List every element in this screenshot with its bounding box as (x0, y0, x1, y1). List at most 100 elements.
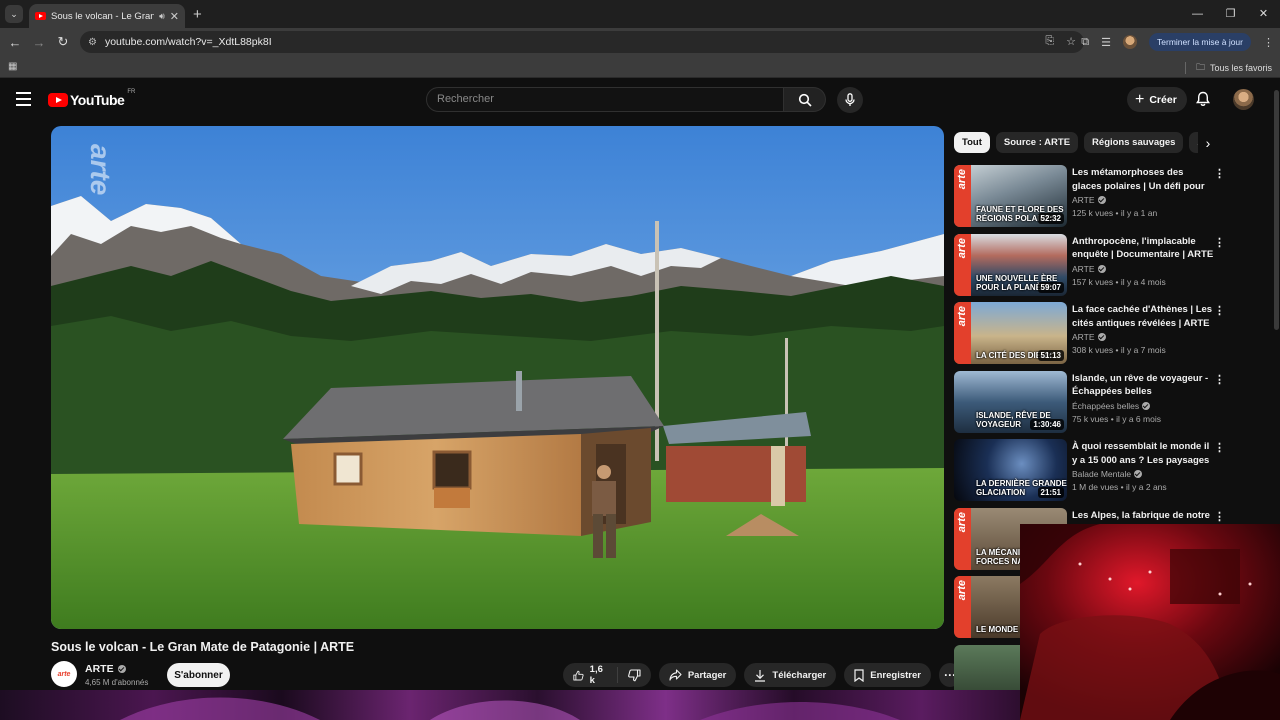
recommendation-channel[interactable]: ARTE (1072, 332, 1106, 342)
webcam-overlay (1020, 524, 1280, 720)
recommendation-item[interactable]: arte FAUNE ET FLORE DES RÉGIONS POLAIRES 5… (954, 165, 1226, 229)
extensions-icon[interactable]: ⧉ (1081, 36, 1089, 49)
video-duration: 1:30:46 (1030, 418, 1064, 430)
search-icon (798, 93, 812, 107)
page-scrollbar[interactable] (1274, 90, 1279, 330)
share-icon (669, 669, 682, 681)
arte-logo: arte (954, 507, 971, 570)
arte-logo-text: arte (956, 169, 968, 190)
back-icon[interactable]: ← (3, 35, 27, 50)
recommendation-title[interactable]: Les métamorphoses des glaces polaires | … (1072, 166, 1214, 193)
save-button[interactable]: Enregistrer (844, 663, 931, 687)
update-button[interactable]: Terminer la mise à jour (1149, 33, 1251, 51)
bell-icon[interactable] (1195, 91, 1211, 112)
verified-icon (1097, 333, 1106, 341)
subscribe-button[interactable]: S'abonner (167, 663, 230, 687)
chevron-right-icon[interactable]: › (1198, 132, 1218, 153)
recommendation-item[interactable]: ISLANDE, RÊVE DE VOYAGEUR 1:30:46 Islande,… (954, 370, 1226, 435)
logo-text: YouTube (70, 92, 125, 108)
recommendation-item[interactable]: arte UNE NOUVELLE ÈRE POUR LA PLANÈTE 59:0… (954, 233, 1226, 298)
tab-search-icon[interactable]: ⌄ (5, 5, 23, 23)
youtube-play-icon (48, 93, 68, 107)
recommendation-meta: 308 k vues • il y a 7 mois (1072, 345, 1166, 355)
profile-avatar[interactable] (1123, 35, 1138, 49)
reading-list-icon[interactable]: ☰ (1101, 36, 1111, 49)
create-label: Créer (1149, 93, 1177, 106)
verified-icon (1134, 470, 1143, 478)
kebab-icon[interactable]: ⋮ (1214, 510, 1225, 523)
recommendation-channel[interactable]: Échappées belles (1072, 401, 1151, 411)
video-thumbnail[interactable]: arte UNE NOUVELLE ÈRE POUR LA PLANÈTE 59:0… (954, 233, 1067, 296)
arte-logo-text: arte (956, 511, 968, 532)
close-window-button[interactable]: ✕ (1247, 0, 1280, 28)
recommendation-item[interactable]: LA DERNIÈRE GRANDE GLACIATION 21:51 À quoi… (954, 439, 1226, 503)
chip-all[interactable]: Tout (954, 132, 990, 153)
video-thumbnail[interactable]: arte FAUNE ET FLORE DES RÉGIONS POLAIRES 5… (954, 165, 1067, 227)
channel-avatar[interactable]: arte (51, 661, 77, 687)
video-thumbnail[interactable]: ISLANDE, RÊVE DE VOYAGEUR 1:30:46 (954, 370, 1067, 433)
recommendation-title[interactable]: La face cachée d'Athènes | Les cités ant… (1072, 303, 1214, 330)
minimize-button[interactable]: — (1181, 0, 1214, 28)
search-input[interactable]: Rechercher (426, 87, 784, 112)
recommendation-title[interactable]: Islande, un rêve de voyageur - Échappées… (1072, 372, 1214, 399)
dislike-button[interactable] (618, 663, 651, 687)
install-icon[interactable]: ⎘ (1045, 35, 1054, 48)
recommendation-title[interactable]: À quoi ressemblait le monde il y a 15 00… (1072, 440, 1214, 467)
recommendation-channel[interactable]: ARTE (1072, 264, 1106, 274)
verified-icon (1097, 264, 1106, 273)
arte-logo: arte (954, 165, 971, 227)
search-button[interactable] (784, 87, 826, 112)
speaker-icon[interactable]: 🔊︎ (159, 11, 165, 22)
plus-icon: + (1135, 90, 1145, 108)
arte-logo-text: arte (956, 306, 968, 327)
all-bookmarks-button[interactable]: 🗀 Tous les favoris (1184, 60, 1272, 76)
video-thumbnail[interactable]: arte LA CITÉ DES DIEUX 51:13 (954, 302, 1067, 364)
channel-row: arte ARTE 4,65 M d'abonnés S'abonner 1,6… (51, 661, 962, 689)
recommendation-channel[interactable]: ARTE (1072, 195, 1106, 205)
recommendation-item[interactable]: arte LA CITÉ DES DIEUX 51:13 La face cachée… (954, 302, 1226, 366)
kebab-icon[interactable]: ⋮ (1214, 304, 1225, 317)
related-chips: Tout Source : ARTE Régions sauvages A (954, 132, 1224, 154)
new-tab-button[interactable]: + (193, 6, 202, 23)
recommendation-channel[interactable]: Balade Mentale (1072, 469, 1143, 479)
site-info-icon[interactable]: ⚙︎ (88, 37, 97, 48)
star-icon[interactable]: ☆ (1066, 35, 1076, 48)
close-tab-icon[interactable]: ✕ (170, 10, 179, 23)
kebab-icon[interactable]: ⋮ (1214, 167, 1225, 180)
kebab-icon[interactable]: ⋮ (1214, 441, 1225, 454)
like-button[interactable]: 1,6 k (563, 663, 617, 687)
youtube-logo[interactable]: YouTube FR (48, 89, 135, 108)
kebab-icon[interactable]: ⋮ (1214, 373, 1225, 386)
forward-icon[interactable]: → (27, 35, 51, 50)
apps-grid-icon[interactable]: ▦ (8, 61, 17, 72)
download-label: Télécharger (772, 669, 827, 681)
channel-name[interactable]: ARTE (85, 663, 126, 675)
browser-tab-active[interactable]: Sous le volcan - Le Gran Mate 🔊︎ ✕ (29, 4, 185, 28)
maximize-button[interactable]: ❐ (1214, 0, 1247, 28)
reload-icon[interactable]: ↻ (51, 34, 75, 50)
chip-wild-regions[interactable]: Régions sauvages (1084, 132, 1184, 153)
kebab-icon[interactable]: ⋮ (1263, 36, 1274, 49)
video-thumbnail[interactable]: LA DERNIÈRE GRANDE GLACIATION 21:51 (954, 439, 1067, 501)
avatar[interactable] (1233, 89, 1254, 110)
create-button[interactable]: + Créer (1127, 87, 1187, 112)
chip-source-arte[interactable]: Source : ARTE (995, 132, 1079, 153)
browser-toolbar: ← → ↻ ⚙︎ youtube.com/watch?v=_XdtL88pk8I… (0, 28, 1280, 56)
share-button[interactable]: Partager (658, 663, 737, 687)
video-duration: 51:13 (1037, 350, 1064, 361)
bookmarks-bar: ▦ 🗀 Tous les favoris (0, 56, 1280, 78)
mic-button[interactable] (837, 87, 863, 113)
upload-age: il y a 1 an (1120, 208, 1158, 218)
video-player[interactable]: arte (51, 126, 944, 629)
recommendation-title[interactable]: Les Alpes, la fabrique de notre (1072, 509, 1214, 523)
hamburger-icon[interactable] (16, 92, 31, 110)
arte-logo: arte (954, 576, 971, 638)
channel-label: Balade Mentale (1072, 469, 1132, 479)
recommendation-title[interactable]: Anthropocène, l'implacable enquête | Doc… (1072, 235, 1214, 262)
download-button[interactable]: Télécharger (744, 663, 837, 687)
address-bar[interactable]: ⚙︎ youtube.com/watch?v=_XdtL88pk8I ⎘ ☆ (80, 31, 1084, 53)
toolbar-actions: ⧉ ☰ Terminer la mise à jour ⋮ (1081, 28, 1280, 56)
kebab-icon[interactable]: ⋮ (1214, 236, 1225, 249)
download-icon (755, 669, 766, 682)
recommendation-meta: 157 k vues • il y a 4 mois (1072, 276, 1166, 287)
